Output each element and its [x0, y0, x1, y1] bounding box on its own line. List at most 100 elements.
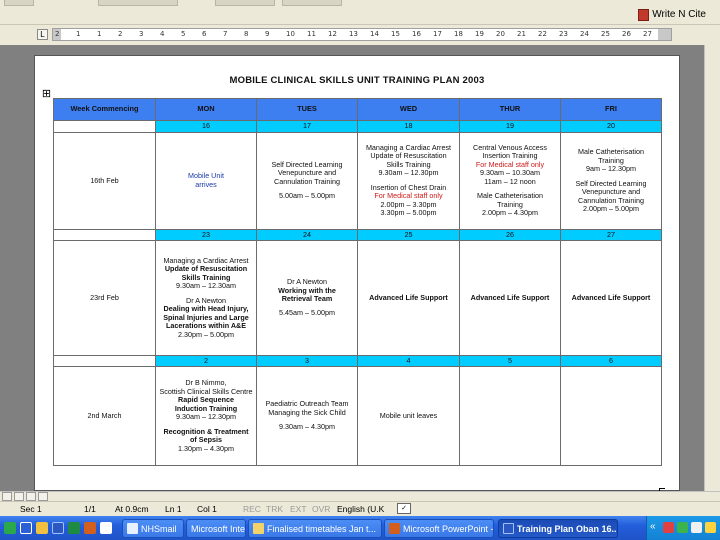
ruler-tick: 8: [244, 30, 249, 38]
session-cell[interactable]: Advanced Life Support: [459, 240, 561, 356]
ruler-tick: 9: [265, 30, 270, 38]
task-internet-explorer[interactable]: Microsoft Inter...: [186, 519, 246, 538]
tray-icon[interactable]: [691, 522, 702, 533]
status-rec[interactable]: REC: [243, 504, 261, 514]
session-cell[interactable]: Managing a Cardiac Arrest Update of Resu…: [155, 240, 257, 356]
ruler-tick: 14: [370, 30, 379, 38]
status-trk[interactable]: TRK: [266, 504, 283, 514]
ruler-tick: 13: [349, 30, 358, 38]
ruler-tick: 26: [622, 30, 631, 38]
quicklaunch-icon[interactable]: [100, 522, 112, 534]
session-cell[interactable]: Self Directed Learning Venepuncture and …: [256, 132, 358, 230]
write-n-cite-button[interactable]: Write N Cite: [638, 6, 706, 23]
table-row: 16th Feb Mobile Unit arrives Self Direct…: [53, 132, 662, 230]
document-page[interactable]: MOBILE CLINICAL SKILLS UNIT TRAINING PLA…: [34, 55, 680, 494]
date-cell: 18: [357, 120, 460, 134]
status-section: Sec 1: [20, 504, 42, 514]
task-powerpoint[interactable]: Microsoft PowerPoint - [...: [384, 519, 494, 538]
ruler-tick: 22: [538, 30, 547, 38]
session-cell[interactable]: Advanced Life Support: [357, 240, 460, 356]
document-workspace: MOBILE CLINICAL SKILLS UNIT TRAINING PLA…: [0, 45, 720, 494]
task-training-plan[interactable]: Training Plan Oban 16...: [498, 519, 618, 538]
task-finalised-timetables[interactable]: Finalised timetables Jan t...: [248, 519, 382, 538]
date-cell: 27: [560, 228, 662, 242]
date-cell: 17: [256, 120, 358, 134]
vertical-scrollbar[interactable]: [704, 45, 720, 491]
table-row: 2nd March Dr B Nimmo, Scottish Clinical …: [53, 366, 662, 466]
session-cell[interactable]: Managing a Cardiac Arrest Update of Resu…: [357, 132, 460, 230]
quicklaunch-icon[interactable]: [36, 522, 48, 534]
status-ovr[interactable]: OVR: [312, 504, 330, 514]
session-cell[interactable]: Mobile Unit arrives: [155, 132, 257, 230]
date-cell: 24: [256, 228, 358, 242]
system-tray: «: [646, 516, 720, 540]
normal-view-button[interactable]: [2, 492, 12, 501]
table-header-row: Week Commencing MON TUES WED THUR FRI: [53, 97, 662, 122]
session-cell[interactable]: Male Catheterisation Training 9am – 12.3…: [560, 132, 662, 230]
ruler-tick: 17: [433, 30, 442, 38]
tray-icon[interactable]: [677, 522, 688, 533]
ruler-tick: 5: [181, 30, 186, 38]
toolbar-stub[interactable]: [215, 0, 275, 6]
toolbar-stub[interactable]: [98, 0, 178, 6]
ruler-tick: 20: [496, 30, 505, 38]
toolbar-stub[interactable]: [4, 0, 34, 6]
excel-quicklaunch-icon[interactable]: [68, 522, 80, 534]
session-cell[interactable]: Mobile unit leaves: [357, 366, 460, 466]
spelling-status-icon[interactable]: ✓: [397, 503, 411, 514]
word-window: Write N Cite L 2 1 1 2 3 4 5 6 7 8 9 10 11 12 13 14 15 16…: [0, 0, 720, 540]
session-cell[interactable]: [560, 366, 662, 466]
table-row: 23rd Feb Managing a Cardiac Arrest Updat…: [53, 240, 662, 356]
task-nhsmail[interactable]: NHSmail: [122, 519, 184, 538]
status-col: Col 1: [197, 504, 217, 514]
web-view-button[interactable]: [14, 492, 24, 501]
date-cell: 4: [357, 354, 460, 368]
date-cell: 3: [256, 354, 358, 368]
tab-selector[interactable]: L: [37, 29, 48, 40]
tray-icon[interactable]: [663, 522, 674, 533]
tray-icon[interactable]: [705, 522, 716, 533]
status-page: 1/1: [84, 504, 96, 514]
header-wed: WED: [357, 97, 460, 122]
session-cell[interactable]: Paediatric Outreach Team Managing the Si…: [256, 366, 358, 466]
date-cell: 23: [155, 228, 257, 242]
horizontal-ruler[interactable]: 2 1 1 2 3 4 5 6 7 8 9 10 11 12 13 14 15 16 17 18 19 20 21 22 23 2…: [52, 28, 672, 41]
quicklaunch-icon[interactable]: [20, 522, 32, 534]
header-tues: TUES: [256, 97, 358, 122]
date-row: 2 3 4 5 6: [53, 354, 662, 368]
endnote-icon: [638, 8, 650, 21]
date-cell: 25: [357, 228, 460, 242]
session-cell[interactable]: Dr B Nimmo, Scottish Clinical Skills Cen…: [155, 366, 257, 466]
print-view-button[interactable]: [26, 492, 36, 501]
mail-icon: [127, 523, 138, 534]
session-cell[interactable]: Dr A Newton Working with the Retrieval T…: [256, 240, 358, 356]
outline-view-button[interactable]: [38, 492, 48, 501]
toolbar-stub[interactable]: [282, 0, 342, 6]
session-cell[interactable]: Advanced Life Support: [560, 240, 662, 356]
status-bar: Sec 1 1/1 At 0.9cm Ln 1 Col 1 REC TRK EX…: [0, 501, 720, 516]
tray-expand-icon[interactable]: «: [650, 521, 656, 532]
date-row: 16 17 18 19 20: [53, 120, 662, 134]
toolbar: Write N Cite: [0, 0, 720, 25]
word-quicklaunch-icon[interactable]: [52, 522, 64, 534]
table-move-handle-icon[interactable]: ⊞: [41, 89, 52, 100]
session-cell[interactable]: [459, 366, 561, 466]
document-title: MOBILE CLINICAL SKILLS UNIT TRAINING PLA…: [229, 75, 485, 86]
session-cell[interactable]: Central Venous Access Insertion Training…: [459, 132, 561, 230]
status-line: Ln 1: [165, 504, 182, 514]
training-plan-table: Week Commencing MON TUES WED THUR FRI 16…: [53, 97, 662, 466]
date-cell: 19: [459, 120, 561, 134]
status-at: At 0.9cm: [115, 504, 149, 514]
week-label: 23rd Feb: [53, 240, 156, 356]
ruler-tick: 1: [76, 30, 81, 38]
view-bar: [0, 491, 720, 501]
start-icon[interactable]: [4, 522, 16, 534]
ruler-tick: 21: [517, 30, 526, 38]
date-cell: 6: [560, 354, 662, 368]
powerpoint-quicklaunch-icon[interactable]: [84, 522, 96, 534]
ruler-tick: 11: [307, 30, 316, 38]
folder-icon: [253, 523, 264, 534]
ruler-tick: 2: [118, 30, 123, 38]
ruler-tick: 23: [559, 30, 568, 38]
status-ext[interactable]: EXT: [290, 504, 307, 514]
